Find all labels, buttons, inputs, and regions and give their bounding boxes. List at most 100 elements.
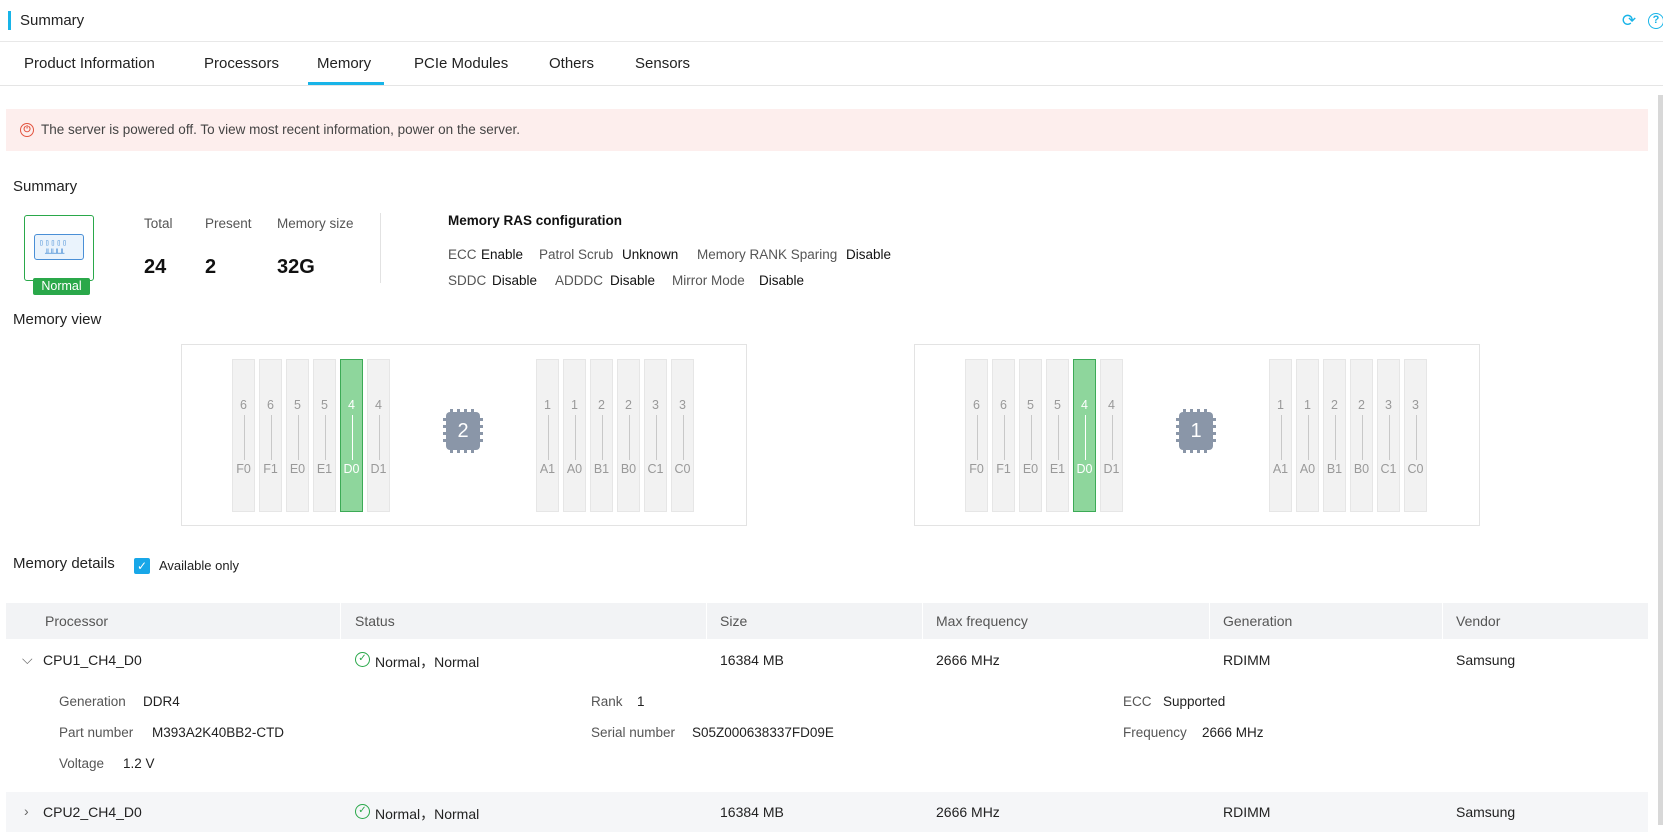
detail-generation-value: DDR4 [143,694,180,709]
size-cell: 16384 MB [720,804,784,820]
stat-memory-size-value: 32G [277,256,315,278]
memory-slot[interactable]: 6 F1 [259,359,282,512]
ras-patrol-scrub-value: Unknown [622,247,679,262]
status-badge: Normal [33,278,90,295]
memory-slot[interactable]: 1 A0 [1296,359,1319,512]
column-header-processor[interactable]: Processor [45,613,108,629]
detail-voltage-value: 1.2 V [123,756,155,771]
memory-slot[interactable]: 5 E1 [1046,359,1069,512]
column-header-max-frequency[interactable]: Max frequency [936,613,1028,629]
column-header-status[interactable]: Status [355,613,395,629]
available-only-checkbox[interactable]: ✓ [134,558,150,574]
ras-sddc-value: Disable [492,273,538,288]
ras-adddc-value: Disable [610,273,656,288]
processor-cell: CPU2_CH4_D0 [43,804,142,820]
ras-mirror-mode-label: Mirror Mode [672,273,745,288]
cpu2-memory-panel: 6 F0 6 F1 5 E0 5 E1 4 D0 4 D1 2 1 A1 1 A0 2 B1 2B… [181,344,747,526]
table-row[interactable]: › CPU2_CH4_D0 ✓ Normal，Normal 16384 MB 2… [6,792,1648,832]
tab-product-information[interactable]: Product Information [24,55,155,72]
ras-sddc-label: SDDC [448,273,487,288]
detail-frequency-value: 2666 MHz [1202,725,1264,740]
vendor-cell: Samsung [1456,652,1516,668]
memory-slot[interactable]: 4 D1 [1100,359,1123,512]
memory-slot[interactable]: 1 A1 [536,359,559,512]
detail-rank-value: 1 [637,694,645,709]
max-frequency-cell: 2666 MHz [936,652,1000,668]
memory-slot[interactable]: 3 C1 [644,359,667,512]
tab-pcie-modules[interactable]: PCIe Modules [414,55,508,72]
table-row[interactable]: ⌵ CPU1_CH4_D0 ✓ Normal，Normal 16384 MB 2… [6,640,1648,680]
memory-slot[interactable]: 6 F0 [965,359,988,512]
size-cell: 16384 MB [720,652,784,668]
cpu-chip-icon: 1 [1176,409,1216,453]
column-header-vendor[interactable]: Vendor [1456,613,1500,629]
detail-rank-label: Rank [591,694,623,709]
ras-patrol-scrub-label: Patrol Scrub [539,247,614,262]
ras-adddc-label: ADDDC [555,273,604,288]
check-circle-icon: ✓ [355,804,370,819]
check-circle-icon: ✓ [355,652,370,667]
summary-section-title: Summary [13,178,78,195]
memory-details-title: Memory details [13,555,115,572]
ras-rank-sparing-value: Disable [846,247,892,262]
ras-rank-sparing-label: Memory RANK Sparing [697,247,838,262]
memory-slot[interactable]: 6 F0 [232,359,255,512]
status-cell: Normal，Normal [375,654,480,670]
detail-frequency-label: Frequency [1123,725,1187,740]
cpu1-memory-panel: 6 F0 6 F1 5 E0 5 E1 4 D0 4 D1 1 1 A1 1 A0 2 B1 2B… [914,344,1480,526]
memory-slot[interactable]: 2 B0 [1350,359,1373,512]
generation-cell: RDIMM [1223,652,1271,668]
memory-slot[interactable]: 3 C0 [1404,359,1427,512]
page-header: Summary ⟳ ? [0,0,1663,42]
cpu-chip-icon: 2 [443,409,483,453]
memory-slot-populated[interactable]: 4 D0 [340,359,363,512]
memory-slot[interactable]: 1 A0 [563,359,586,512]
chevron-right-icon[interactable]: › [24,803,29,819]
max-frequency-cell: 2666 MHz [936,804,1000,820]
memory-slot[interactable]: 3 C1 [1377,359,1400,512]
vendor-cell: Samsung [1456,804,1516,820]
generation-cell: RDIMM [1223,804,1271,820]
memory-slot-populated[interactable]: 4 D0 [1073,359,1096,512]
stat-present-label: Present [205,216,252,231]
tab-memory[interactable]: Memory [317,55,371,72]
column-header-size[interactable]: Size [720,613,747,629]
memory-module-icon: ▯▯▯▯▯ ╨╨╨╨ [24,215,94,281]
stat-total-value: 24 [144,256,167,278]
memory-slot[interactable]: 4 D1 [367,359,390,512]
memory-slot[interactable]: 1 A1 [1269,359,1292,512]
memory-view-title: Memory view [13,311,102,328]
memory-slot[interactable]: 3 C0 [671,359,694,512]
memory-slot[interactable]: 5 E0 [286,359,309,512]
detail-part-number-value: M393A2K40BB2-CTD [152,725,285,740]
vertical-scrollbar[interactable] [1658,95,1663,825]
ras-mirror-mode-value: Disable [759,273,805,288]
alert-message: The server is powered off. To view most … [41,122,520,137]
memory-slot[interactable]: 5 E0 [1019,359,1042,512]
column-header-generation[interactable]: Generation [1223,613,1292,629]
detail-serial-number-value: S05Z000638337FD09E [692,725,834,740]
memory-slot[interactable]: 2 B1 [590,359,613,512]
ras-ecc-label: ECC [448,247,477,262]
header-accent-bar [8,11,11,30]
detail-ecc-label: ECC [1123,694,1152,709]
help-icon[interactable]: ? [1648,13,1663,29]
refresh-icon[interactable]: ⟳ [1620,12,1638,30]
ras-ecc-value: Enable [481,247,524,262]
detail-generation-label: Generation [59,694,126,709]
memory-slot[interactable]: 5 E1 [313,359,336,512]
memory-slot[interactable]: 2 B0 [617,359,640,512]
processor-cell: CPU1_CH4_D0 [43,652,142,668]
tab-sensors[interactable]: Sensors [635,55,690,72]
tab-processors[interactable]: Processors [204,55,279,72]
detail-voltage-label: Voltage [59,756,105,771]
tab-others[interactable]: Others [549,55,594,72]
memory-slot[interactable]: 6 F1 [992,359,1015,512]
available-only-label[interactable]: Available only [159,558,239,573]
status-cell: Normal，Normal [375,806,480,822]
tab-bar: Product Information Processors Memory PC… [0,42,1663,86]
detail-ecc-value: Supported [1163,694,1226,709]
chevron-down-icon[interactable]: ⌵ [22,651,33,668]
memory-slot[interactable]: 2 B1 [1323,359,1346,512]
summary-divider [380,213,381,283]
